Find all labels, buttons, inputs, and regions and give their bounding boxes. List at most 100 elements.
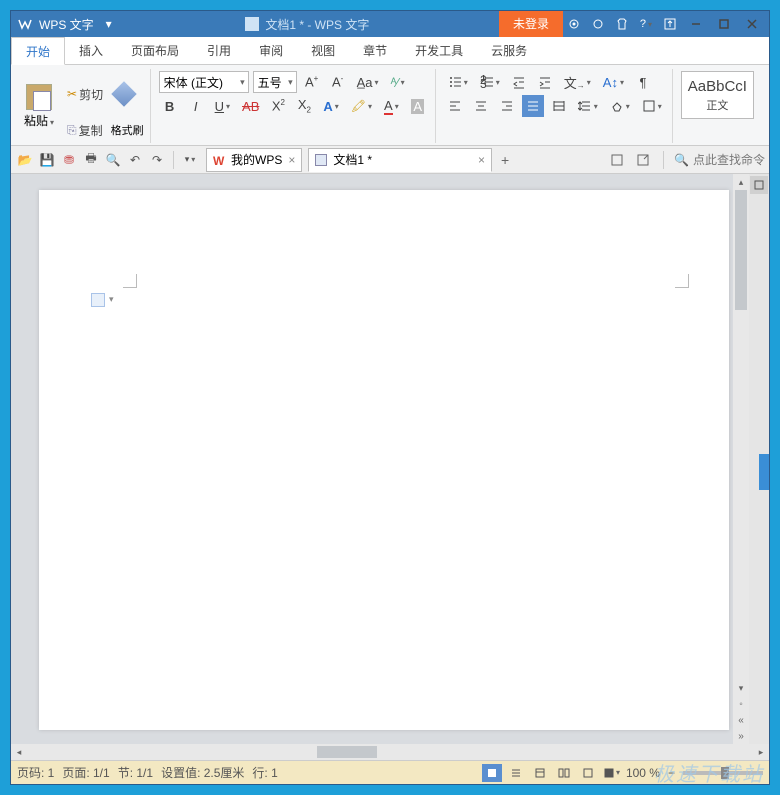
status-setting[interactable]: 设置值: 2.5厘米	[161, 764, 244, 781]
search-commands[interactable]: 🔍 点此查找命令	[674, 151, 765, 168]
zoom-knob[interactable]	[721, 767, 729, 779]
status-page[interactable]: 页面: 1/1	[62, 764, 109, 781]
view-more[interactable]	[602, 764, 622, 782]
text-effects-button[interactable]: A	[319, 95, 342, 117]
rail-button-1[interactable]	[750, 176, 768, 194]
tab-home[interactable]: 开始	[11, 37, 65, 65]
format-painter-big[interactable]	[111, 71, 137, 117]
doc-tab-mywps[interactable]: W 我的WPS ×	[206, 148, 302, 172]
scroll-down-button[interactable]: ▾	[733, 680, 749, 696]
side-panel-toggle[interactable]	[759, 454, 769, 490]
view-draft[interactable]	[578, 764, 598, 782]
shading-button[interactable]	[606, 95, 634, 117]
borders-button[interactable]	[638, 95, 666, 117]
view-outline[interactable]	[506, 764, 526, 782]
scroll-left-button[interactable]: ◂	[11, 747, 27, 758]
view-reading[interactable]	[554, 764, 574, 782]
align-center-button[interactable]	[470, 95, 492, 117]
hscroll-track[interactable]	[27, 744, 753, 760]
bold-button[interactable]: B	[159, 95, 181, 117]
align-justify-button[interactable]	[522, 95, 544, 117]
bullets-button[interactable]	[444, 71, 472, 93]
zoom-slider[interactable]	[683, 771, 763, 775]
status-line[interactable]: 行: 1	[252, 764, 277, 781]
line-spacing-button-top[interactable]: A↕	[599, 71, 628, 93]
italic-button[interactable]: I	[185, 95, 207, 117]
highlight-button[interactable]: 🖍	[347, 95, 376, 117]
char-shading-button[interactable]: A	[407, 95, 429, 117]
font-family-select[interactable]: 宋体 (正文)	[159, 71, 249, 93]
scroll-thumb[interactable]	[735, 190, 747, 310]
open-button[interactable]: 📂	[15, 150, 35, 170]
page[interactable]: ▾	[39, 190, 729, 730]
save-button[interactable]: 💾	[37, 150, 57, 170]
tab-devtools[interactable]: 开发工具	[401, 37, 477, 64]
vertical-scrollbar[interactable]: ▴ ▾ ◦ « »	[733, 174, 749, 744]
subscript-button[interactable]: X2	[293, 95, 315, 117]
paste-button[interactable]: 粘贴	[19, 82, 59, 130]
view-toggle-2[interactable]	[633, 150, 653, 170]
copy-button[interactable]: ⎘复制	[63, 119, 107, 141]
upload-button[interactable]	[659, 13, 681, 35]
numbering-button[interactable]: 123	[476, 71, 504, 93]
tab-page-layout[interactable]: 页面布局	[117, 37, 193, 64]
tab-chapter[interactable]: 章节	[349, 37, 401, 64]
cut-button[interactable]: ✂剪切	[63, 83, 107, 105]
decrease-indent-button[interactable]	[508, 71, 530, 93]
line-spacing-button[interactable]	[574, 95, 602, 117]
paragraph-options-dd[interactable]: ▾	[109, 294, 114, 305]
doc-tab-doc1[interactable]: 文档1 * ×	[308, 148, 492, 172]
print-preview-button[interactable]: 🔍	[103, 150, 123, 170]
scroll-target-icon[interactable]: ◦	[733, 696, 749, 712]
align-right-button[interactable]	[496, 95, 518, 117]
skin-button[interactable]	[611, 13, 633, 35]
scroll-right-button[interactable]: ▸	[753, 747, 769, 758]
scroll-up-button[interactable]: ▴	[733, 174, 749, 190]
clear-format-button[interactable]: ᴬ⁄	[387, 71, 409, 93]
tab-cloud[interactable]: 云服务	[477, 37, 541, 64]
status-page-code[interactable]: 页码: 1	[17, 764, 54, 781]
maximize-button[interactable]	[711, 13, 737, 35]
new-tab-button[interactable]: +	[494, 152, 516, 168]
format-painter-label[interactable]: 格式刷	[111, 122, 144, 138]
strikethrough-button[interactable]: AB	[238, 95, 263, 117]
qsave-alt-button[interactable]: ⛃	[59, 150, 79, 170]
grow-font-button[interactable]: A+	[301, 71, 323, 93]
app-menu-dropdown[interactable]: ▾	[102, 17, 116, 31]
zoom-out-button[interactable]: −	[664, 766, 679, 780]
tab-review[interactable]: 审阅	[245, 37, 297, 64]
tab-view[interactable]: 视图	[297, 37, 349, 64]
title-action-1[interactable]	[563, 13, 585, 35]
close-button[interactable]	[739, 13, 765, 35]
horizontal-scrollbar[interactable]: ◂ ▸	[11, 744, 769, 760]
text-direction-button[interactable]: 文→	[560, 71, 595, 93]
document-canvas[interactable]: ▾	[11, 174, 733, 744]
login-button[interactable]: 未登录	[499, 11, 563, 37]
superscript-button[interactable]: X2	[267, 95, 289, 117]
minimize-button[interactable]	[683, 13, 709, 35]
close-tab-icon[interactable]: ×	[378, 153, 485, 167]
tab-insert[interactable]: 插入	[65, 37, 117, 64]
prev-page-button[interactable]: «	[733, 712, 749, 728]
hscroll-thumb[interactable]	[317, 746, 377, 758]
shrink-font-button[interactable]: A-	[327, 71, 349, 93]
view-toggle-1[interactable]	[607, 150, 627, 170]
scroll-track[interactable]	[733, 190, 749, 680]
print-button[interactable]: 🖶	[81, 150, 101, 170]
next-page-button[interactable]: »	[733, 728, 749, 744]
undo-button[interactable]: ↶	[125, 150, 145, 170]
align-left-button[interactable]	[444, 95, 466, 117]
zoom-level[interactable]: 100 %	[626, 766, 660, 780]
status-section[interactable]: 节: 1/1	[118, 764, 153, 781]
qa-customize[interactable]: ▾	[180, 150, 200, 170]
title-action-2[interactable]	[587, 13, 609, 35]
style-normal[interactable]: AaBbCcI 正文	[681, 71, 754, 119]
show-marks-button[interactable]: ¶	[632, 71, 654, 93]
paragraph-options-icon[interactable]	[91, 293, 105, 307]
redo-button[interactable]: ↷	[147, 150, 167, 170]
view-print-layout[interactable]	[482, 764, 502, 782]
font-size-select[interactable]: 五号	[253, 71, 297, 93]
align-distribute-button[interactable]	[548, 95, 570, 117]
tab-references[interactable]: 引用	[193, 37, 245, 64]
underline-button[interactable]: U	[211, 95, 234, 117]
